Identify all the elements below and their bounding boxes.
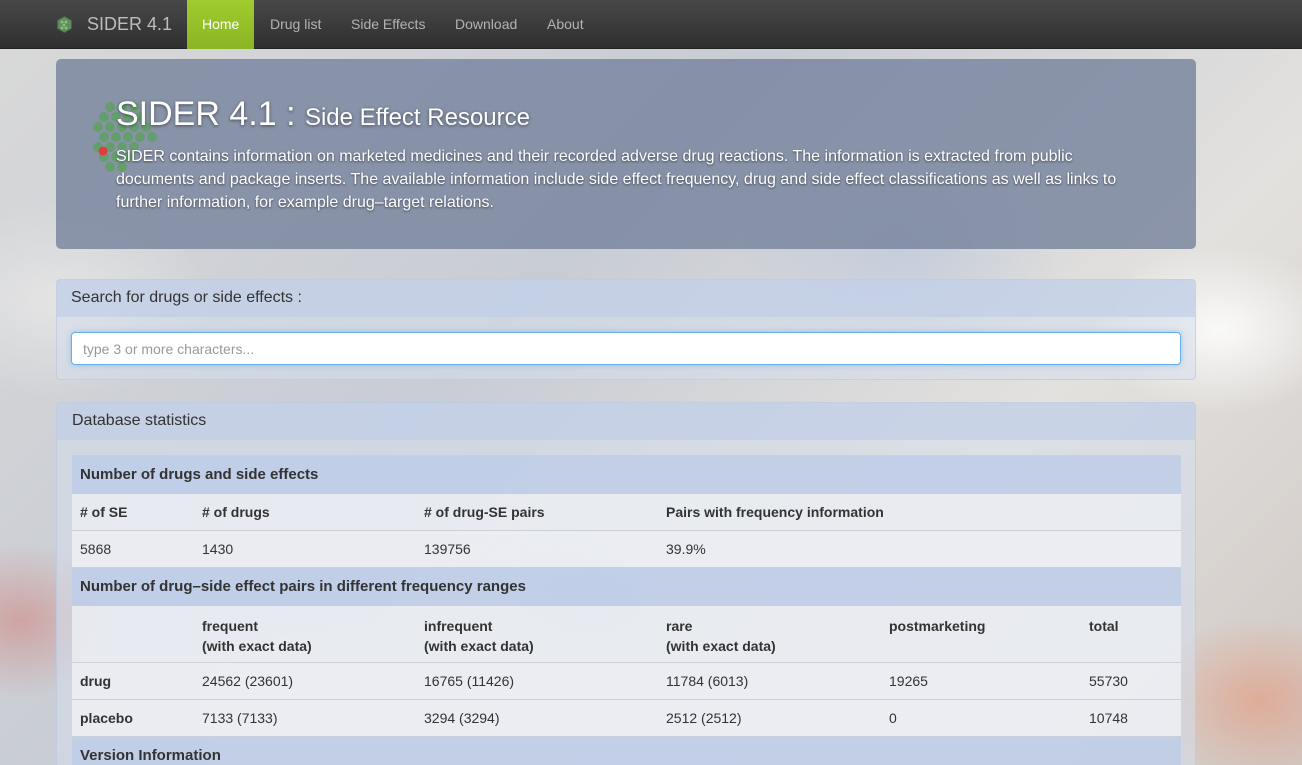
brand-link[interactable]: SIDER 4.1	[56, 0, 172, 49]
cell-total: 55730	[1081, 662, 1181, 700]
brand-name: SIDER 4.1	[87, 14, 173, 34]
nav-about[interactable]: About	[532, 0, 599, 49]
section-title-frequency: Number of drug–side effect pairs in diff…	[72, 567, 1181, 606]
section-title-version: Version Information	[72, 736, 1181, 765]
table-row: 5868 1430 139756 39.9%	[72, 530, 1181, 568]
search-input[interactable]	[71, 332, 1181, 365]
hero-description: SIDER contains information on marketed m…	[116, 148, 1117, 211]
nav-download[interactable]: Download	[440, 0, 532, 49]
nav-drug-list[interactable]: Drug list	[255, 0, 336, 49]
section-header-row: Version Information	[72, 736, 1181, 765]
cell-postmarketing: 19265	[881, 662, 1081, 700]
header-freq-info: Pairs with frequency information	[658, 493, 1181, 531]
header-num-se: # of SE	[72, 493, 194, 531]
value-num-pairs: 139756	[416, 530, 658, 568]
table-header-row: # of SE # of drugs # of drug-SE pairs Pa…	[72, 493, 1181, 531]
table-row: placebo 7133 (7133) 3294 (3294) 2512 (25…	[72, 699, 1181, 737]
nav-home[interactable]: Home	[187, 0, 255, 49]
cell-rare: 2512 (2512)	[658, 699, 881, 737]
cell-frequent: 7133 (7133)	[194, 699, 416, 737]
search-panel-heading: Search for drugs or side effects :	[57, 280, 1195, 317]
header-total: total	[1081, 605, 1181, 663]
nav-side-effects[interactable]: Side Effects	[336, 0, 440, 49]
sider-logo-icon	[57, 16, 72, 33]
header-empty	[72, 605, 194, 663]
header-postmarketing: postmarketing	[881, 605, 1081, 663]
navbar: SIDER 4.1 Home Drug list Side Effects Do…	[0, 0, 1302, 49]
cell-rare: 11784 (6013)	[658, 662, 881, 700]
header-num-drugs: # of drugs	[194, 493, 416, 531]
row-label-placebo: placebo	[72, 699, 194, 737]
stats-panel-heading: Database statistics	[57, 403, 1195, 440]
row-label-drug: drug	[72, 662, 194, 700]
table-header-row: frequent (with exact data) infrequent (wit…	[72, 605, 1181, 663]
hero-jumbotron: SIDER 4.1 : Side Effect Resource SIDER c…	[56, 59, 1196, 249]
section-title-drugs-se: Number of drugs and side effects	[72, 455, 1181, 494]
header-frequent: frequent (with exact data)	[194, 605, 416, 663]
section-header-row: Number of drugs and side effects	[72, 455, 1181, 494]
cell-infrequent: 3294 (3294)	[416, 699, 658, 737]
statistics-table: Number of drugs and side effects # of SE…	[72, 455, 1181, 765]
cell-postmarketing: 0	[881, 699, 1081, 737]
table-row: drug 24562 (23601) 16765 (11426) 11784 (…	[72, 662, 1181, 700]
section-header-row: Number of drug–side effect pairs in diff…	[72, 567, 1181, 606]
header-num-pairs: # of drug-SE pairs	[416, 493, 658, 531]
page-subtitle: Side Effect Resource	[304, 104, 530, 131]
database-statistics-panel: Database statistics Number of drugs and …	[56, 402, 1196, 765]
value-num-se: 5868	[72, 530, 194, 568]
search-panel: Search for drugs or side effects :	[56, 279, 1196, 380]
cell-total: 10748	[1081, 699, 1181, 737]
cell-infrequent: 16765 (11426)	[416, 662, 658, 700]
page-title-main: SIDER 4.1 :	[116, 95, 296, 133]
header-rare: rare (with exact data)	[658, 605, 881, 663]
cell-frequent: 24562 (23601)	[194, 662, 416, 700]
value-num-drugs: 1430	[194, 530, 416, 568]
header-infrequent: infrequent (with exact data)	[416, 605, 658, 663]
value-freq-info: 39.9%	[658, 530, 1181, 568]
page-title: SIDER 4.1 : Side Effect Resource	[116, 95, 530, 134]
